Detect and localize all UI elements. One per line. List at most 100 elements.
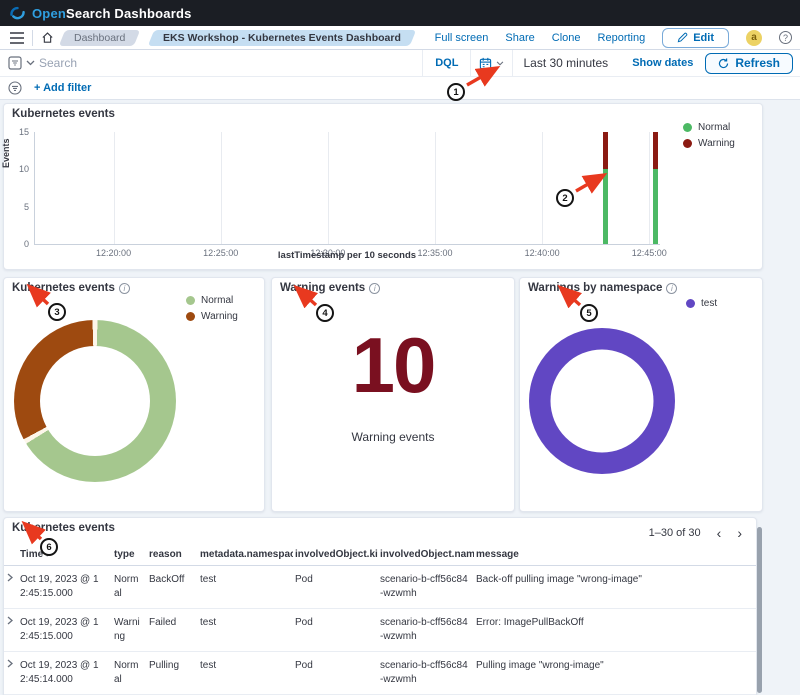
time-range-label[interactable]: Last 30 minutes (513, 56, 620, 70)
pagination: 1–30 of 30 ‹ › (649, 526, 742, 540)
annotation-circle-6: 6 (40, 538, 58, 556)
info-icon[interactable]: i (119, 283, 130, 294)
cell-type: Normal (112, 566, 147, 609)
panel-title: Kubernetes events (12, 522, 115, 534)
cell-reason: BackOff (147, 566, 198, 609)
nav-actions: Full screen Share Clone Reporting Edit a… (435, 28, 800, 48)
cell-type: Normal (112, 652, 147, 695)
cell-namespace: test (198, 609, 293, 652)
share-link[interactable]: Share (505, 32, 534, 44)
info-icon[interactable]: i (369, 283, 380, 294)
table-scrollbar[interactable] (757, 527, 762, 693)
panel-title: Warning events i (280, 282, 380, 294)
panel-title: Warnings by namespace i (528, 282, 677, 294)
top-banner: OpenSearch Dashboards (0, 0, 800, 26)
column-header-reason[interactable]: reason (147, 544, 198, 566)
gridline (221, 132, 222, 244)
gridline (649, 132, 650, 244)
legend-label: Warning (698, 138, 735, 149)
column-header-type[interactable]: type (112, 544, 147, 566)
panel-kubernetes-events-timeseries: Kubernetes events Events 12:20:0012:25:0… (3, 103, 763, 270)
legend-item[interactable]: Warning (186, 311, 238, 322)
expand-row-icon[interactable] (4, 566, 18, 609)
clone-link[interactable]: Clone (552, 32, 581, 44)
breadcrumb-dashboard[interactable]: Dashboard (59, 30, 141, 46)
prev-page-icon[interactable]: ‹ (717, 526, 722, 540)
events-donut-chart[interactable] (14, 320, 176, 482)
panel-kubernetes-events-donut: Kubernetes events i Normal Warning (3, 277, 265, 512)
cell-message: Pulling image "wrong-image" (474, 652, 756, 695)
gridline (114, 132, 115, 244)
dql-selector[interactable]: DQL (422, 50, 470, 76)
panel-warning-events-metric: Warning events i 10 Warning events (271, 277, 515, 512)
annotation-circle-4: 4 (316, 304, 334, 322)
filter-icon[interactable] (8, 81, 22, 95)
help-icon[interactable]: ? (779, 31, 792, 44)
legend-dot (683, 139, 692, 148)
legend-dot (186, 296, 195, 305)
edit-button[interactable]: Edit (662, 28, 729, 48)
column-header-name[interactable]: involvedObject.name (378, 544, 474, 566)
expand-row-icon[interactable] (4, 652, 18, 695)
namespace-donut-chart[interactable] (529, 328, 675, 474)
legend-label: Normal (201, 295, 233, 306)
column-header-kind[interactable]: involvedObject.kind (293, 544, 378, 566)
column-header-namespace[interactable]: metadata.namespace (198, 544, 293, 566)
timeseries-legend: Normal Warning (683, 122, 735, 149)
info-icon[interactable]: i (666, 283, 677, 294)
date-picker-button[interactable] (470, 50, 513, 76)
panel-title: Kubernetes events (12, 108, 115, 120)
date-picker-group: DQL Last 30 minutes Show dates Refresh (422, 50, 800, 76)
add-filter-link[interactable]: + Add filter (34, 82, 91, 94)
filter-bar: + Add filter (0, 77, 800, 100)
chevron-down-icon[interactable] (26, 60, 35, 66)
legend-item[interactable]: test (686, 298, 717, 309)
donut-legend: test (686, 298, 717, 309)
legend-item[interactable]: Normal (683, 122, 735, 133)
cell-name: scenario-b-cff56c84-wzwmh (378, 652, 474, 695)
saved-query-icon[interactable] (8, 56, 22, 70)
legend-item[interactable]: Warning (683, 138, 735, 149)
legend-label: test (701, 298, 717, 309)
home-icon[interactable] (41, 31, 54, 44)
donut-legend: Normal Warning (186, 295, 238, 322)
gridline (542, 132, 543, 244)
search-input[interactable] (39, 56, 422, 70)
fullscreen-link[interactable]: Full screen (435, 32, 489, 44)
gridline (328, 132, 329, 244)
cell-kind: Pod (293, 609, 378, 652)
y-axis-label: Events (1, 138, 11, 168)
cell-kind: Pod (293, 652, 378, 695)
table-row: Oct 19, 2023 @ 12:45:15.000WarningFailed… (4, 609, 756, 652)
pagination-label: 1–30 of 30 (649, 527, 701, 539)
cell-reason: Pulling (147, 652, 198, 695)
cell-name: scenario-b-cff56c84-wzwmh (378, 609, 474, 652)
column-header-message[interactable]: message (474, 544, 756, 566)
nav-bar: Dashboard EKS Workshop - Kubernetes Even… (0, 26, 800, 50)
reporting-link[interactable]: Reporting (598, 32, 646, 44)
cell-kind: Pod (293, 566, 378, 609)
next-page-icon[interactable]: › (737, 526, 742, 540)
panel-warnings-by-namespace: Warnings by namespace i test (519, 277, 763, 512)
legend-label: Warning (201, 311, 238, 322)
bar-segment-normal (603, 169, 608, 244)
menu-icon[interactable] (10, 32, 24, 44)
stacked-bar[interactable] (603, 132, 608, 244)
table-row: Oct 19, 2023 @ 12:45:15.000NormalBackOff… (4, 566, 756, 609)
avatar[interactable]: a (746, 30, 762, 46)
cell-message: Error: ImagePullBackOff (474, 609, 756, 652)
stacked-bar[interactable] (653, 132, 658, 244)
breadcrumb-current[interactable]: EKS Workshop - Kubernetes Events Dashboa… (148, 30, 416, 46)
show-dates-link[interactable]: Show dates (620, 57, 705, 69)
panel-kubernetes-events-table: Kubernetes events 1–30 of 30 ‹ › Time▾ty… (3, 517, 757, 695)
panel-title: Kubernetes events i (12, 282, 130, 294)
legend-dot (683, 123, 692, 132)
cell-name: scenario-b-cff56c84-wzwmh (378, 566, 474, 609)
refresh-button[interactable]: Refresh (705, 53, 793, 74)
events-table: Time▾typereasonmetadata.namespaceinvolve… (4, 544, 756, 695)
column-header-time[interactable]: Time▾ (18, 544, 112, 566)
legend-item[interactable]: Normal (186, 295, 238, 306)
annotation-circle-1: 1 (447, 83, 465, 101)
expand-row-icon[interactable] (4, 609, 18, 652)
calendar-icon (479, 57, 492, 70)
